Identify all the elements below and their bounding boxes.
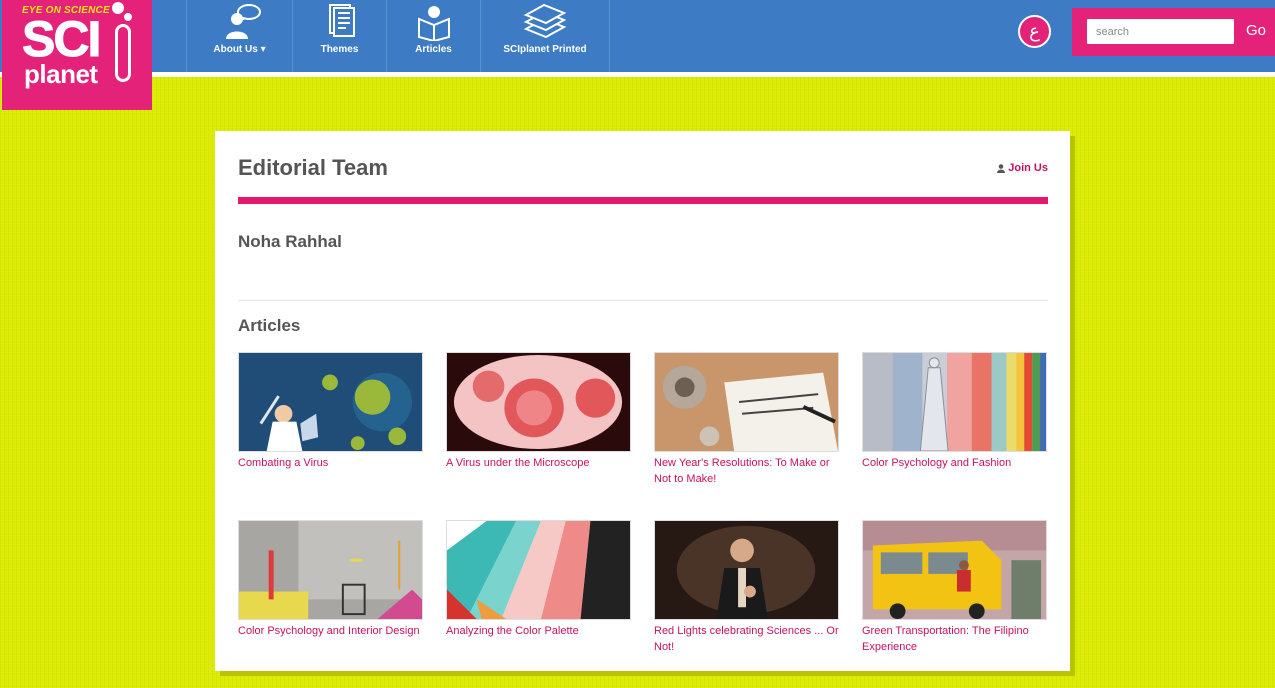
article-card[interactable]: Analyzing the Color Palette (446, 520, 631, 688)
filipino-jeepney-image (863, 521, 1046, 619)
nav-about-us-label: About Us ▾ (213, 44, 266, 55)
article-title[interactable]: Green Transportation: The Filipino Exper… (862, 623, 1047, 655)
content-card: Editorial Team Join Us Noha Rahhal Artic… (215, 131, 1070, 671)
logo-main-text: SCI (21, 11, 101, 67)
article-title[interactable]: Color Psychology and Fashion (862, 455, 1047, 471)
document-icon (328, 4, 355, 37)
logo-sub-text: planet (24, 59, 98, 89)
article-title[interactable]: Combating a Virus (238, 455, 423, 471)
title-divider (238, 197, 1048, 204)
article-thumbnail[interactable] (654, 520, 839, 620)
logo-i-shape (115, 24, 131, 82)
logo-bubble (112, 2, 124, 14)
color-palette-image (447, 521, 630, 619)
article-card[interactable]: Green Transportation: The Filipino Exper… (862, 520, 1047, 688)
sciplanet-logo[interactable]: EYE ON SCIENCE SCI planet (2, 0, 152, 110)
language-label: ع (1029, 21, 1040, 41)
article-thumbnail[interactable] (862, 520, 1047, 620)
author-name: Noha Rahhal (238, 232, 342, 251)
join-us-link[interactable]: Join Us (997, 162, 1048, 174)
page-title: Editorial Team (238, 155, 388, 180)
article-title[interactable]: A Virus under the Microscope (446, 455, 631, 471)
article-title[interactable]: Red Lights celebrating Sciences ... Or N… (654, 623, 839, 655)
section-divider (238, 300, 1048, 301)
red-lights-image (655, 521, 838, 619)
article-thumbnail[interactable] (238, 520, 423, 620)
person-speech-icon (225, 4, 261, 39)
article-card[interactable]: Color Psychology and Interior Design (238, 520, 423, 688)
article-thumbnail[interactable] (654, 352, 839, 452)
article-title[interactable]: New Year's Resolutions: To Make or Not t… (654, 455, 839, 487)
stacked-papers-icon (523, 3, 567, 39)
user-icon (997, 163, 1006, 173)
search-go-button[interactable]: Go (1246, 22, 1266, 39)
nav-articles[interactable]: Articles (386, 0, 480, 72)
article-card[interactable]: Color Psychology and Fashion (862, 352, 1047, 520)
virus-hero-image (239, 353, 422, 451)
article-card[interactable]: A Virus under the Microscope (446, 352, 631, 520)
search-input[interactable] (1087, 19, 1234, 44)
article-thumbnail[interactable] (446, 520, 631, 620)
top-navigation-bar: About Us ▾ Themes Articles SCIplanet Pri… (0, 0, 1275, 77)
new-year-notepad-image (655, 353, 838, 451)
logo-bubble-small (124, 13, 132, 21)
articles-grid: Combating a Virus A Virus under the Micr… (238, 352, 1052, 688)
join-us-label: Join Us (1008, 162, 1048, 174)
main-nav: About Us ▾ Themes Articles SCIplanet Pri… (186, 0, 610, 72)
nav-articles-label: Articles (415, 44, 452, 55)
article-thumbnail[interactable] (862, 352, 1047, 452)
article-thumbnail[interactable] (238, 352, 423, 452)
article-card[interactable]: New Year's Resolutions: To Make or Not t… (654, 352, 839, 520)
article-card[interactable]: Combating a Virus (238, 352, 423, 520)
interior-design-image (239, 521, 422, 619)
article-card[interactable]: Red Lights celebrating Sciences ... Or N… (654, 520, 839, 688)
nav-sciplanet-printed-label: SCIplanet Printed (503, 44, 587, 55)
nav-themes[interactable]: Themes (292, 0, 386, 72)
nav-sciplanet-printed[interactable]: SCIplanet Printed (480, 0, 610, 72)
search-box: Go (1072, 8, 1275, 56)
article-thumbnail[interactable] (446, 352, 631, 452)
articles-heading: Articles (238, 316, 301, 335)
language-switch-button[interactable]: ع (1018, 15, 1051, 48)
nav-themes-label: Themes (320, 44, 359, 55)
reader-icon (417, 6, 450, 41)
article-title[interactable]: Analyzing the Color Palette (446, 623, 631, 639)
nav-about-us[interactable]: About Us ▾ (186, 0, 292, 72)
article-title[interactable]: Color Psychology and Interior Design (238, 623, 423, 639)
virus-microscope-image (447, 353, 630, 451)
fashion-colors-image (863, 353, 1046, 451)
